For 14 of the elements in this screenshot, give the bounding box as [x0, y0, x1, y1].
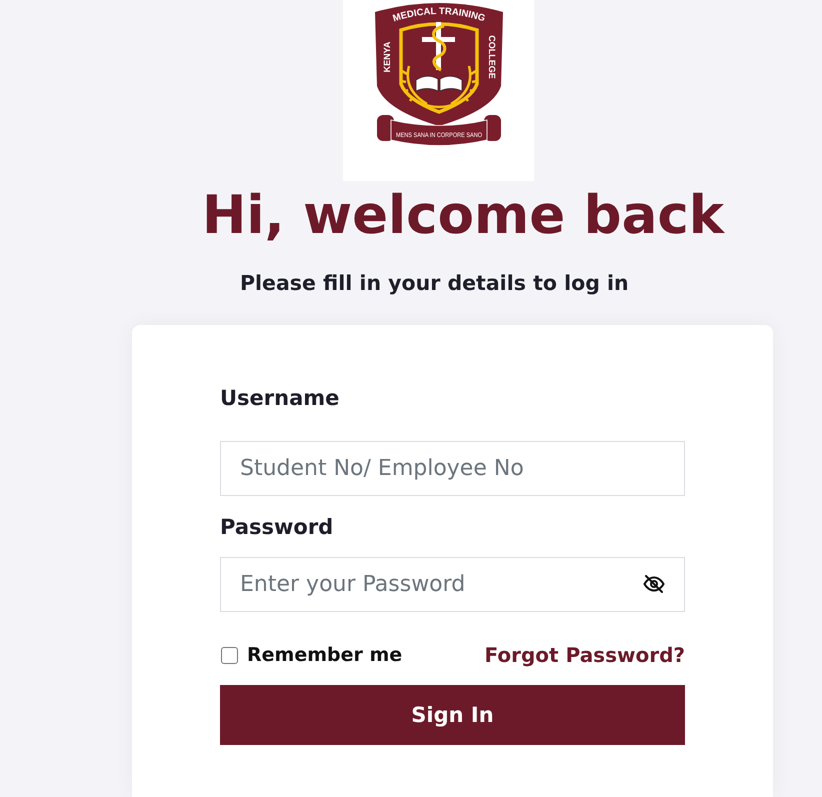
username-field[interactable]: Student No/ Employee No — [220, 441, 685, 496]
crest-arc-text: MEDICAL TRAINING — [392, 6, 486, 24]
remember-label[interactable]: Remember me — [247, 643, 402, 667]
remember-checkbox[interactable] — [221, 646, 238, 664]
forgot-password-link[interactable]: Forgot Password? — [484, 641, 685, 669]
password-label: Password — [220, 514, 334, 541]
eye-slash-icon[interactable] — [643, 575, 665, 593]
sign-in-button[interactable]: Sign In — [220, 685, 685, 745]
subheading: Please fill in your details to log in — [240, 270, 629, 297]
username-label: Username — [220, 385, 340, 412]
crest-side-text: KENYA — [382, 42, 392, 72]
welcome-heading: Hi, welcome back — [202, 186, 724, 246]
password-field[interactable]: Enter your Password — [220, 557, 685, 612]
crest-side-text: COLLEGE — [487, 35, 497, 79]
